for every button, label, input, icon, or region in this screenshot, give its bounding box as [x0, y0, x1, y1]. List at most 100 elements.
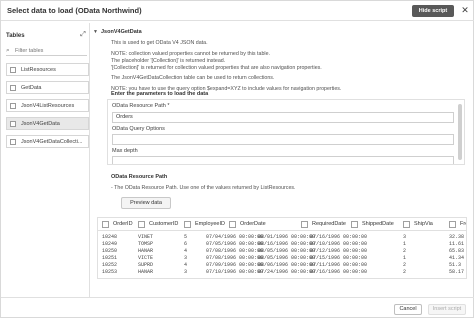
query-options-input[interactable]: [112, 134, 454, 145]
table-cell: HANAR: [138, 269, 154, 275]
description-line: The placeholder '[Collection]' is return…: [111, 58, 226, 64]
table-header: OrderID CustomerID EmployeeID OrderDate Requ…: [98, 218, 466, 231]
table-row: 10250 HANAR 4 07/08/1996 00:00:00 08/05/1996…: [98, 248, 466, 255]
table-cell: 10251: [102, 255, 118, 261]
table-cell: VICTE: [138, 255, 154, 261]
column-checkbox[interactable]: [301, 221, 308, 228]
table-cell: 07/10/1996 00:00:00: [206, 269, 264, 275]
sidebar-item-table[interactable]: JsonV4GetDataCollecti...: [6, 135, 89, 148]
description-line: '[Collection]' is returned for collectio…: [111, 65, 322, 71]
table-cell: 08/05/1996 00:00:00: [258, 255, 316, 261]
sidebar-item-table[interactable]: JsonV4ListResources: [6, 99, 89, 112]
table-cell: 32.38: [449, 234, 465, 240]
insert-script-button[interactable]: Insert script: [428, 304, 466, 315]
sidebar-item-label: JsonV4ListResources: [21, 103, 75, 109]
preview-data-button[interactable]: Preview data: [121, 197, 171, 209]
resource-path-input[interactable]: Orders: [112, 112, 454, 123]
table-row: 10253 HANAR 3 07/10/1996 00:00:00 07/24/1996…: [98, 269, 466, 276]
table-row: 10251 VICTE 3 07/08/1996 00:00:00 08/05/1996…: [98, 255, 466, 262]
table-checkbox[interactable]: [10, 139, 16, 145]
help-title: OData Resource Path: [111, 174, 168, 180]
table-cell: 10250: [102, 248, 118, 254]
table-cell: 41.34: [449, 255, 465, 261]
resource-path-label: OData Resource Path *: [112, 103, 170, 109]
column-checkbox[interactable]: [102, 221, 109, 228]
column-header-label: EmployeeID: [195, 221, 225, 227]
table-cell: 58.17: [449, 269, 465, 275]
column-checkbox[interactable]: [449, 221, 456, 228]
sidebar-item-table[interactable]: ListResources: [6, 63, 89, 76]
max-depth-input[interactable]: [112, 156, 454, 164]
column-header-label: OrderDate: [240, 221, 266, 227]
table-cell: 4: [184, 262, 188, 268]
filter-tables-field[interactable]: ⌕: [6, 46, 87, 56]
table-cell: 08/16/1996 00:00:00: [258, 241, 316, 247]
table-checkbox[interactable]: [10, 85, 16, 91]
table-cell: 07/16/1996 00:00:00: [310, 234, 368, 240]
table-cell: 07/15/1996 00:00:00: [310, 255, 368, 261]
table-cell: 10252: [102, 262, 118, 268]
preview-table: OrderID CustomerID EmployeeID OrderDate Requ…: [97, 217, 467, 279]
table-row: 10252 SUPRD 4 07/09/1996 00:00:00 08/06/1996…: [98, 262, 466, 269]
table-cell: 07/09/1996 00:00:00: [206, 262, 264, 268]
table-checkbox[interactable]: [10, 67, 16, 73]
column-header-label: RequiredDate: [312, 221, 346, 227]
column-header-label: OrderID: [113, 221, 133, 227]
select-data-dialog: Select data to load (OData Northwind) Hi…: [0, 0, 474, 318]
table-cell: 07/16/1996 00:00:00: [310, 269, 368, 275]
table-cell: 07/12/1996 00:00:00: [310, 248, 368, 254]
table-row: 10248 VINET 5 07/04/1996 00:00:00 08/01/1996…: [98, 234, 466, 241]
table-cell: 3: [184, 269, 188, 275]
table-cell: 5: [184, 234, 188, 240]
table-cell: 07/10/1996 00:00:00: [310, 241, 368, 247]
table-cell: VINET: [138, 234, 154, 240]
column-checkbox[interactable]: [229, 221, 236, 228]
description-line: This is used to get OData V4 JSON data.: [111, 40, 208, 46]
table-checkbox[interactable]: [10, 103, 16, 109]
table-cell: 6: [184, 241, 188, 247]
table-cell: 4: [184, 248, 188, 254]
column-checkbox[interactable]: [403, 221, 410, 228]
search-icon: ⌕: [6, 47, 10, 54]
params-heading: Enter the parameters to load the data: [111, 91, 209, 97]
cancel-button[interactable]: Cancel: [394, 304, 422, 315]
table-cell: 10248: [102, 234, 118, 240]
table-cell: 11.61: [449, 241, 465, 247]
hide-script-button[interactable]: Hide script: [412, 5, 454, 17]
column-checkbox[interactable]: [184, 221, 191, 228]
column-header-label: ShippedDate: [362, 221, 394, 227]
table-cell: 1: [403, 241, 407, 247]
close-icon[interactable]: ✕: [459, 4, 471, 17]
table-cell: 07/04/1996 00:00:00: [206, 234, 264, 240]
column-checkbox[interactable]: [138, 221, 145, 228]
column-checkbox[interactable]: [351, 221, 358, 228]
column-header-label: CustomerID: [149, 221, 179, 227]
filter-tables-input[interactable]: [15, 46, 85, 56]
help-text: - The OData Resource Path. Use one of th…: [111, 185, 296, 191]
dialog-footer: Cancel Insert script: [1, 297, 474, 318]
table-cell: SUPRD: [138, 262, 154, 268]
table-checkbox[interactable]: [10, 121, 16, 127]
table-cell: 10253: [102, 269, 118, 275]
dialog-title: Select data to load (OData Northwind): [7, 6, 142, 15]
collapse-caret-icon[interactable]: ▼: [93, 29, 98, 35]
max-depth-label: Max depth: [112, 148, 138, 154]
table-cell: 07/24/1996 00:00:00: [258, 269, 316, 275]
sidebar-item-label: ListResources: [21, 67, 56, 73]
sidebar-item-table[interactable]: JsonV4GetData: [6, 117, 89, 130]
column-header-label: ShipVia: [414, 221, 433, 227]
table-cell: 3: [403, 234, 407, 240]
table-cell: 07/11/1996 00:00:00: [310, 262, 368, 268]
main-panel: ▼ JsonV4GetData This is used to get ODat…: [91, 23, 473, 297]
table-cell: 2: [403, 262, 407, 268]
table-cell: TOMSP: [138, 241, 154, 247]
description-line: NOTE: collection valued properties canno…: [111, 51, 270, 57]
table-cell: 07/05/1996 00:00:00: [206, 241, 264, 247]
table-cell: 3: [184, 255, 188, 261]
tables-sidebar: Tables ⤢ ⌕ ListResources GetData JsonV4Lis…: [2, 23, 90, 297]
sidebar-item-label: GetData: [21, 85, 42, 91]
expand-icon[interactable]: ⤢: [78, 30, 88, 40]
tables-heading: Tables: [6, 33, 25, 39]
form-scrollbar[interactable]: [458, 104, 462, 160]
sidebar-item-table[interactable]: GetData: [6, 81, 89, 94]
